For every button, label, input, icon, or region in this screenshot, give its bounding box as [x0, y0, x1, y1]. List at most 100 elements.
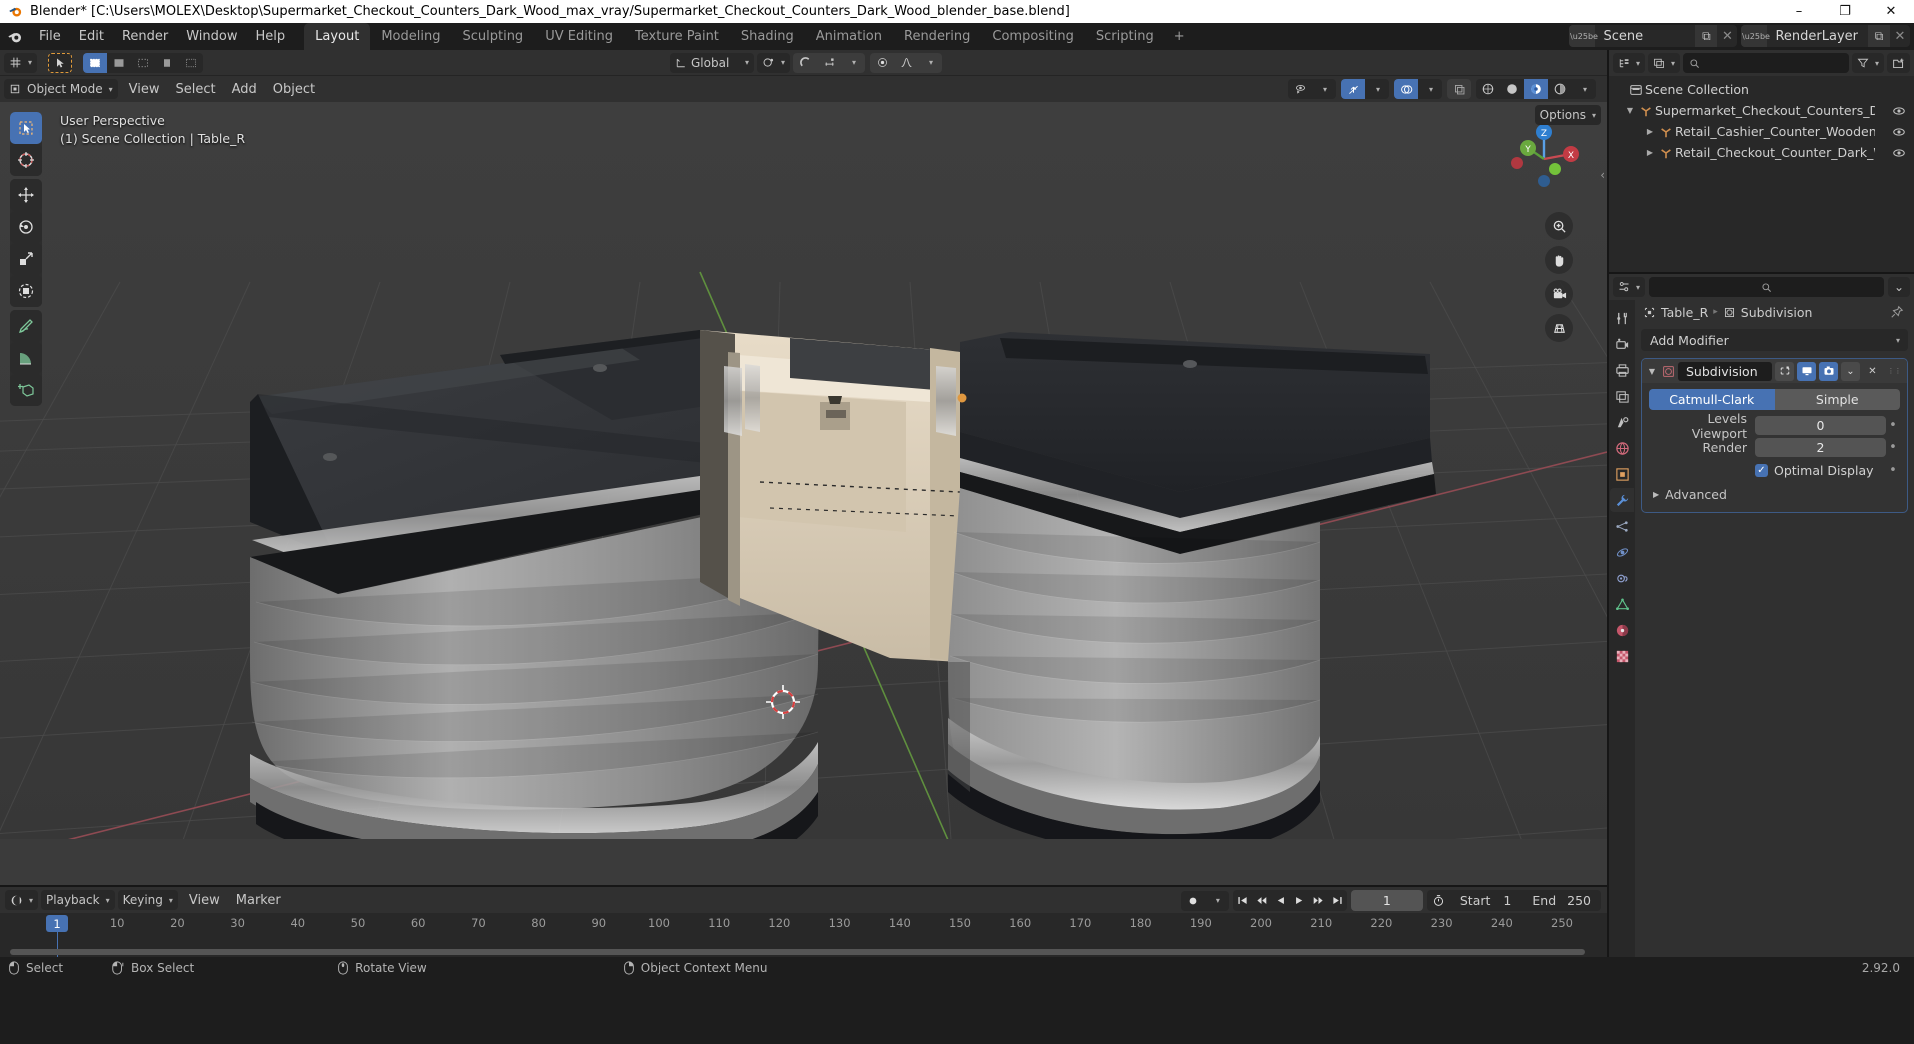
viewlayer-datablock[interactable]: \u25be RenderLayer ⧉ ✕ — [1741, 25, 1910, 47]
optimal-display-checkbox[interactable]: ✓ — [1755, 463, 1768, 477]
toggle-perspective-icon[interactable] — [1545, 314, 1573, 342]
menu-window[interactable]: Window — [177, 23, 246, 50]
new-scene-button[interactable]: ⧉ — [1695, 25, 1718, 47]
end-frame-label[interactable]: End — [1525, 890, 1563, 911]
visibility-eye-icon[interactable] — [1892, 104, 1906, 118]
eye-visibility-icon[interactable] — [1288, 79, 1312, 99]
scene-name[interactable]: Scene — [1595, 29, 1695, 44]
tab-physics[interactable] — [1610, 540, 1634, 564]
workspace-tab-rendering[interactable]: Rendering — [893, 23, 981, 50]
modifier-name-field[interactable]: Subdivision — [1678, 361, 1772, 381]
algorithm-catmull-clark[interactable]: Catmull-Clark — [1649, 389, 1775, 410]
next-keyframe-button[interactable] — [1309, 890, 1328, 911]
mode-selector[interactable]: Object Mode ▾ — [4, 79, 118, 99]
viewport-3d[interactable]: User Perspective (1) Scene Collection | … — [0, 102, 1607, 885]
menu-file[interactable]: File — [30, 23, 70, 50]
tab-output[interactable] — [1610, 358, 1634, 382]
breadcrumb-object-name[interactable]: Table_R — [1661, 305, 1708, 320]
editor-type-button[interactable]: ▾ — [4, 52, 38, 73]
disclosure-triangle[interactable]: ▶ — [1643, 127, 1657, 136]
timeline-menu-view[interactable]: View — [181, 890, 228, 910]
tool-move[interactable] — [10, 179, 42, 211]
tab-object[interactable] — [1610, 462, 1634, 486]
visibility-eye-icon[interactable] — [1892, 146, 1906, 160]
outliner-row-retail-cashier-counter[interactable]: ▶ Retail_Cashier_Counter_Wooden_Dark — [1609, 121, 1914, 142]
falloff-chevron-icon[interactable]: ▾ — [918, 53, 942, 73]
outliner-editor-type-button[interactable]: ▾ — [1613, 53, 1646, 73]
navigation-gizmo[interactable]: Z X Y — [1503, 118, 1585, 200]
render-levels-field[interactable]: 2 — [1755, 438, 1886, 457]
timeline-menu-keying[interactable]: Keying ▾ — [117, 890, 178, 910]
outliner-row-retail-checkout-counter[interactable]: ▶ Retail_Checkout_Counter_Dark_Wood — [1609, 142, 1914, 163]
shading-rendered-icon[interactable] — [1548, 79, 1572, 99]
levels-viewport-field[interactable]: 0 — [1755, 416, 1886, 435]
tab-material[interactable] — [1610, 618, 1634, 642]
blender-menu-icon[interactable] — [0, 23, 30, 50]
workspace-tab-animation[interactable]: Animation — [805, 23, 893, 50]
viewport-menu-add[interactable]: Add — [224, 79, 265, 99]
tool-measure[interactable] — [10, 342, 42, 374]
timeline-playhead[interactable]: 1 — [46, 915, 68, 932]
zoom-icon[interactable] — [1545, 212, 1573, 240]
gizmo-icon[interactable] — [1341, 79, 1365, 99]
properties-search-input[interactable] — [1649, 277, 1884, 297]
timeline-scrollbar[interactable] — [10, 949, 1585, 955]
xray-toggle-icon[interactable] — [1447, 79, 1471, 99]
workspace-tab-scripting[interactable]: Scripting — [1085, 23, 1165, 50]
disclosure-triangle[interactable]: ▶ — [1643, 148, 1657, 157]
modifier-toggle-edit-cage[interactable] — [1775, 361, 1794, 381]
outliner-display-mode-button[interactable]: ▾ — [1648, 53, 1681, 73]
workspace-tab-shading[interactable]: Shading — [730, 23, 805, 50]
minimize-button[interactable]: – — [1776, 0, 1822, 23]
overlays-chevron-icon[interactable]: ▾ — [1418, 79, 1442, 99]
stopwatch-icon[interactable] — [1427, 890, 1451, 911]
falloff-curve-icon[interactable] — [894, 53, 918, 73]
workspace-tab-uv-editing[interactable]: UV Editing — [534, 23, 624, 50]
camera-view-icon[interactable] — [1545, 280, 1573, 308]
outliner-filter-button[interactable]: ▾ — [1851, 53, 1884, 73]
tool-tweak-select[interactable] — [10, 112, 42, 144]
tool-add-cube[interactable] — [10, 374, 42, 406]
gizmo-chevron-icon[interactable]: ▾ — [1365, 79, 1389, 99]
tab-world[interactable] — [1610, 436, 1634, 460]
maximize-button[interactable]: ❐ — [1822, 0, 1868, 23]
tab-tool[interactable] — [1610, 306, 1634, 330]
outliner-row-supermarket-collection[interactable]: ▼ Supermarket_Checkout_Counters_Dark_Woc — [1609, 100, 1914, 121]
jump-to-end-button[interactable] — [1328, 890, 1347, 911]
visibility-eye-icon[interactable] — [1892, 125, 1906, 139]
unlink-scene-button[interactable]: ✕ — [1717, 25, 1737, 47]
tab-modifier[interactable] — [1610, 488, 1634, 512]
timeline-ruler[interactable]: 1 10 20 30 40 50 60 70 80 90 100 110 120 130 140 150 16… — [0, 913, 1607, 957]
modifier-close-button[interactable]: ✕ — [1863, 362, 1882, 381]
snap-target-icon[interactable] — [817, 53, 841, 73]
play-button[interactable] — [1290, 890, 1309, 911]
animate-property-dot[interactable]: • — [1886, 463, 1900, 478]
disclosure-triangle[interactable]: ▼ — [1623, 106, 1637, 115]
modifier-expand-triangle[interactable]: ▼ — [1645, 367, 1659, 376]
shading-chevron-icon[interactable]: ▾ — [1572, 79, 1596, 99]
snap-chevron-icon[interactable]: ▾ — [841, 53, 865, 73]
workspace-tab-modeling[interactable]: Modeling — [370, 23, 451, 50]
select-mode-intersect[interactable] — [179, 53, 203, 73]
menu-help[interactable]: Help — [247, 23, 295, 50]
overlays-icon[interactable] — [1394, 79, 1418, 99]
workspace-tab-compositing[interactable]: Compositing — [981, 23, 1085, 50]
new-collection-button[interactable] — [1887, 53, 1910, 73]
play-reverse-button[interactable] — [1271, 890, 1290, 911]
record-dot-icon[interactable] — [1181, 891, 1205, 911]
pin-icon[interactable] — [1890, 305, 1904, 319]
select-mode-set[interactable] — [83, 52, 108, 73]
pan-hand-icon[interactable] — [1545, 246, 1573, 274]
tab-render[interactable] — [1610, 332, 1634, 356]
menu-edit[interactable]: Edit — [70, 23, 113, 50]
workspace-tab-texture-paint[interactable]: Texture Paint — [624, 23, 730, 50]
tool-cursor[interactable] — [10, 144, 42, 176]
close-button[interactable]: ✕ — [1868, 0, 1914, 23]
auto-keying-chevron-icon[interactable]: ▾ — [1205, 891, 1229, 911]
previous-keyframe-button[interactable] — [1252, 890, 1271, 911]
animate-property-dot[interactable]: • — [1886, 440, 1900, 455]
viewport-options-button[interactable]: Options ▾ — [1534, 105, 1601, 125]
start-frame-label[interactable]: Start — [1451, 890, 1500, 911]
workspace-tab-sculpting[interactable]: Sculpting — [451, 23, 534, 50]
algorithm-simple[interactable]: Simple — [1774, 389, 1900, 410]
